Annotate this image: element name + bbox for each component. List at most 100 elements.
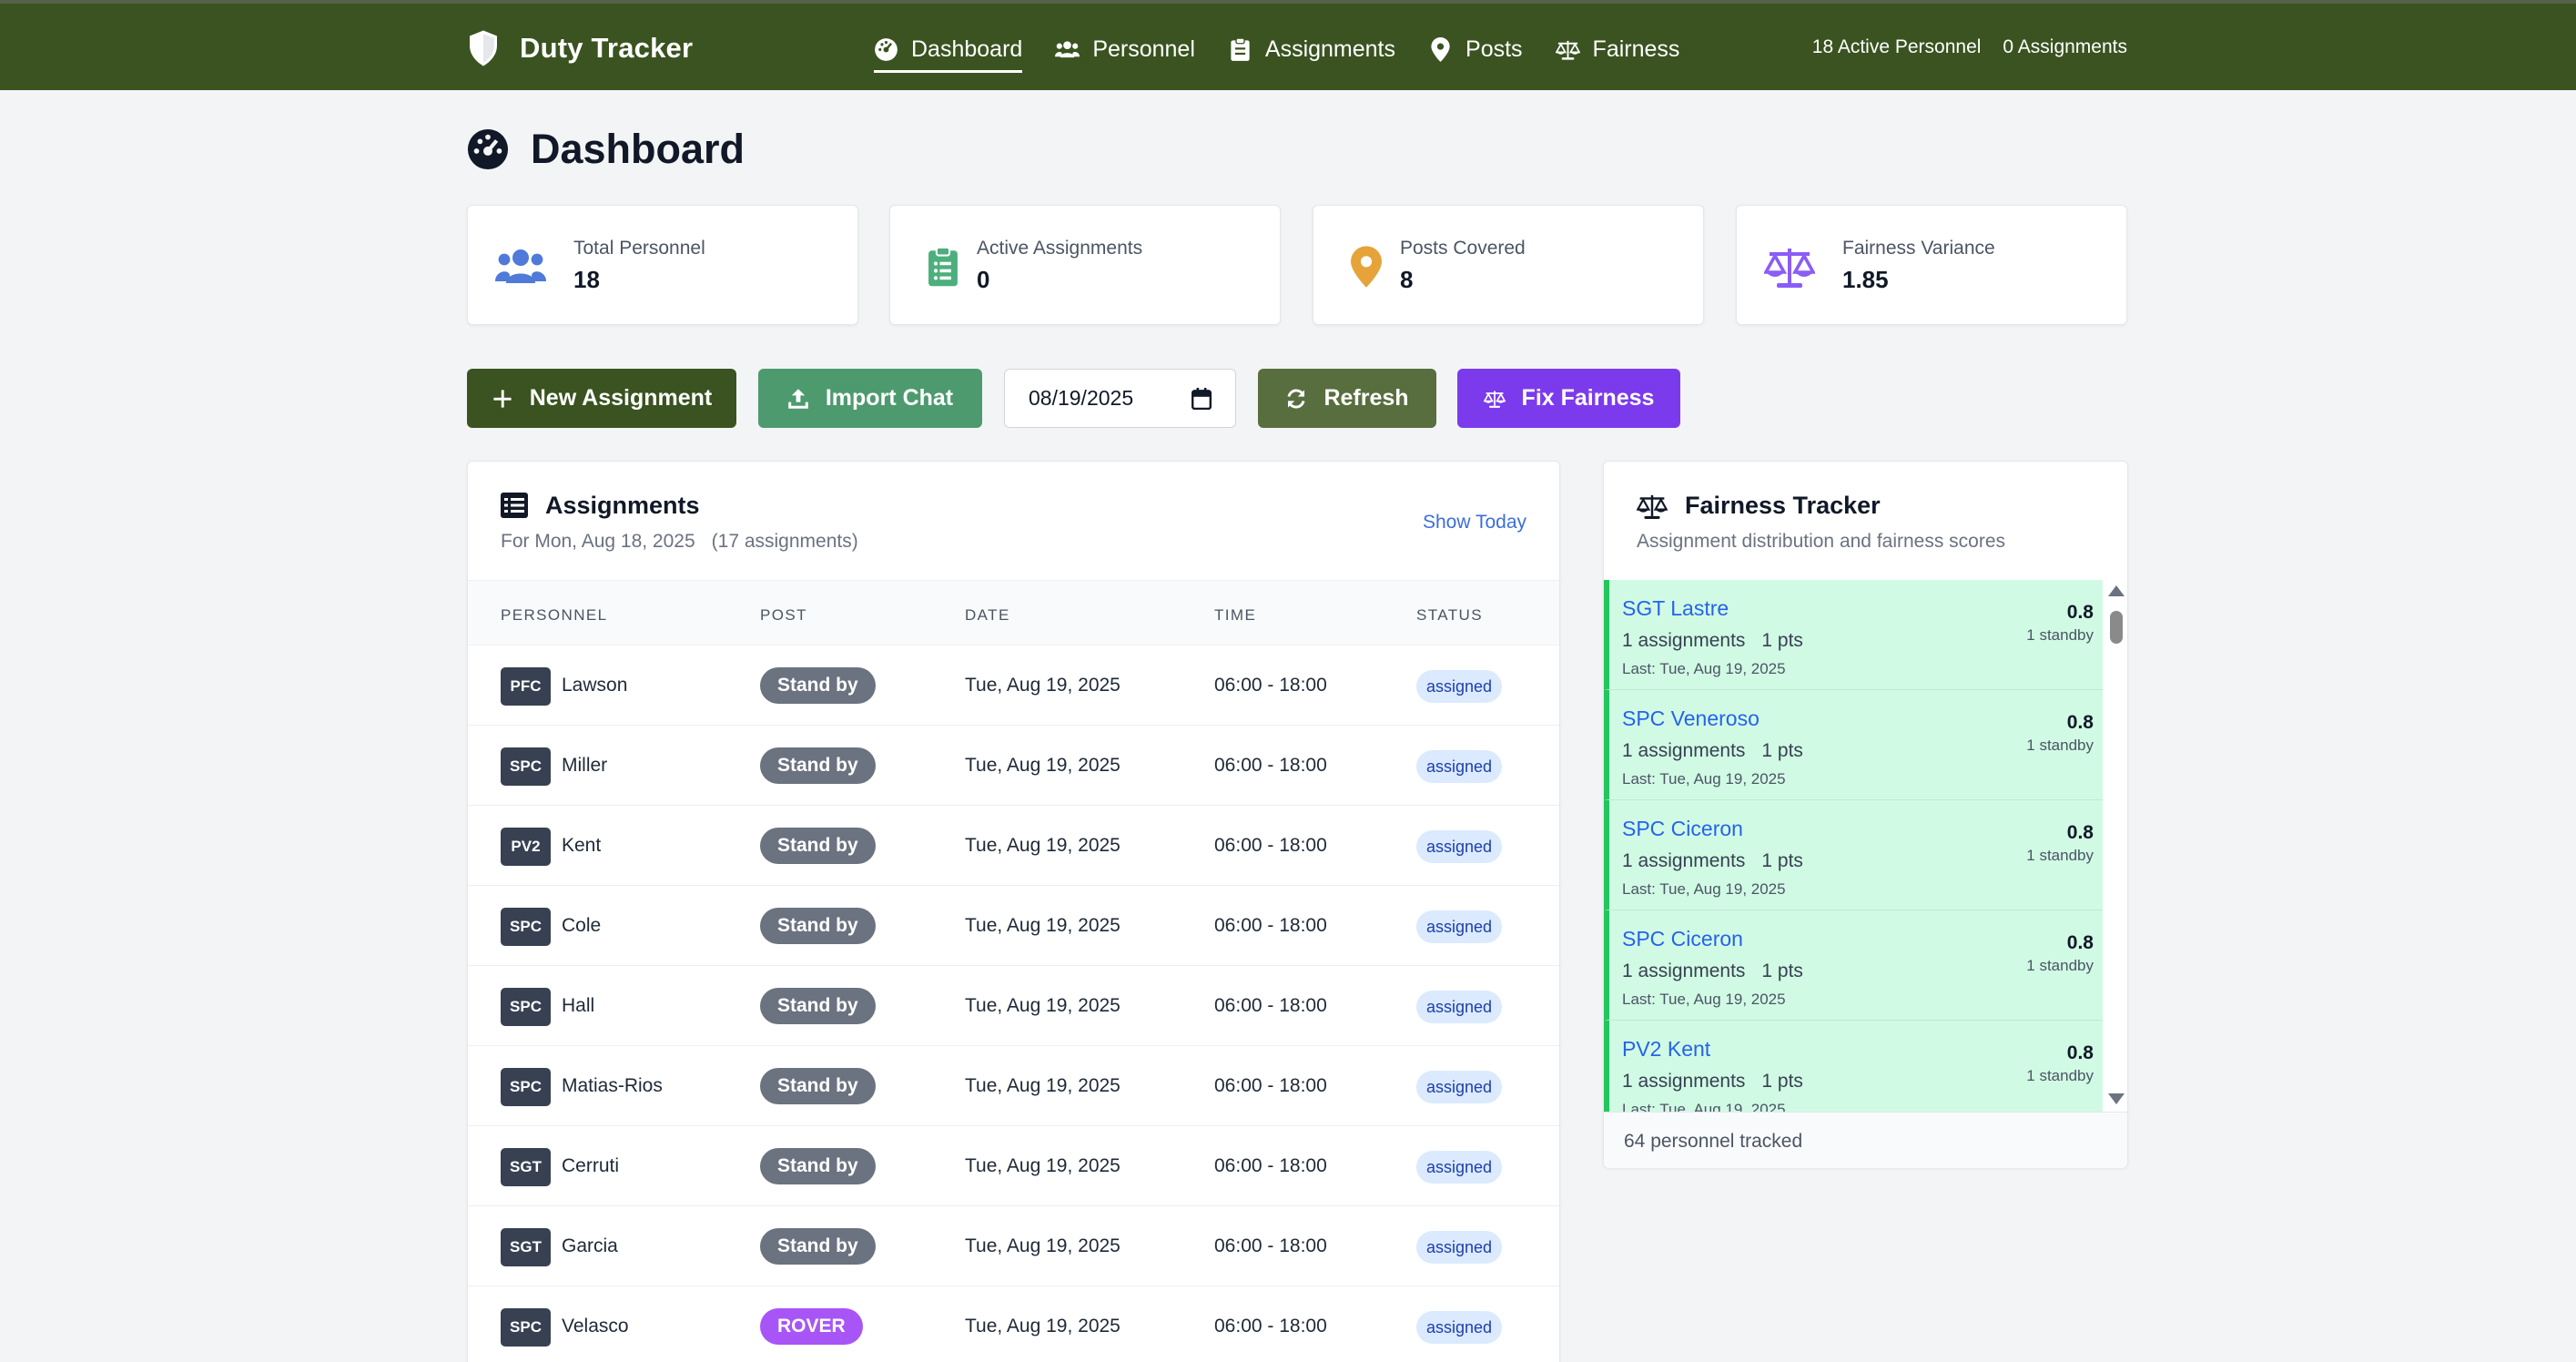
table-row[interactable]: SPC Velasco ROVER Tue, Aug 19, 2025 06:0…: [468, 1286, 1559, 1362]
post-badge: Stand by: [760, 828, 876, 864]
clipboard-list-icon: [918, 242, 969, 291]
status-badge: assigned: [1416, 1231, 1503, 1264]
rank-badge: PFC: [501, 667, 551, 706]
new-assignment-button[interactable]: New Assignment: [467, 369, 736, 428]
fairness-list[interactable]: SGT Lastre 1 assignments 1 pts Last: Tue,…: [1604, 580, 2103, 1112]
personnel-tracked-count: 64 personnel tracked: [1624, 1131, 1803, 1152]
nav-posts[interactable]: Posts: [1428, 31, 1523, 67]
table-row[interactable]: SGT Cerruti Stand by Tue, Aug 19, 2025 0…: [468, 1126, 1559, 1206]
show-today-link[interactable]: Show Today: [1423, 512, 1526, 534]
new-assignment-label: New Assignment: [529, 385, 713, 411]
last-assignment: Last: Tue, Aug 19, 2025: [1622, 991, 1786, 1008]
column-header-date[interactable]: DATE: [965, 606, 1010, 625]
last-assignment: Last: Tue, Aug 19, 2025: [1622, 660, 1786, 677]
last-assignment: Last: Tue, Aug 19, 2025: [1622, 1101, 1786, 1112]
import-chat-button[interactable]: Import Chat: [758, 369, 982, 428]
stat-card-fairness-variance: Fairness Variance 1.85: [1736, 205, 2127, 325]
date-value: 08/19/2025: [1029, 386, 1134, 410]
fairness-meta: 1 assignments 1 pts: [1622, 850, 1803, 872]
scroll-down-arrow-icon[interactable]: [2108, 1093, 2125, 1104]
rank-badge: SGT: [501, 1148, 551, 1186]
clipboard-icon: [1231, 36, 1250, 61]
fix-fairness-label: Fix Fairness: [1521, 385, 1655, 411]
fairness-meta: 1 assignments 1 pts: [1622, 740, 1803, 762]
scale-icon: [1764, 242, 1815, 291]
scale-icon: [1637, 494, 1668, 519]
table-row[interactable]: PV2 Kent Stand by Tue, Aug 19, 2025 06:0…: [468, 806, 1559, 886]
assignment-time: 06:00 - 18:00: [1214, 755, 1327, 776]
column-header-post[interactable]: POST: [760, 606, 807, 625]
column-header-personnel[interactable]: PERSONNEL: [501, 606, 607, 625]
fairness-item[interactable]: PV2 Kent 1 assignments 1 pts Last: Tue, A…: [1604, 1021, 2103, 1112]
personnel-name: Cerruti: [562, 1155, 620, 1176]
fairness-person-name[interactable]: PV2 Kent: [1622, 1037, 1710, 1062]
table-row[interactable]: SGT Garcia Stand by Tue, Aug 19, 2025 06…: [468, 1206, 1559, 1286]
refresh-button[interactable]: Refresh: [1258, 369, 1436, 428]
fix-fairness-button[interactable]: Fix Fairness: [1457, 369, 1680, 428]
nav-personnel-label: Personnel: [1092, 36, 1195, 62]
list-icon: [501, 493, 528, 518]
scale-icon: [1483, 390, 1506, 408]
fairness-person-name[interactable]: SGT Lastre: [1622, 596, 1729, 621]
status-badge: assigned: [1416, 1311, 1503, 1344]
scroll-thumb[interactable]: [2110, 611, 2123, 644]
fairness-item[interactable]: SGT Lastre 1 assignments 1 pts Last: Tue,…: [1604, 580, 2103, 690]
assignment-time: 06:00 - 18:00: [1214, 995, 1327, 1016]
fairness-score: 0.8: [2066, 822, 2094, 843]
nav-fairness[interactable]: Fairness: [1555, 31, 1680, 67]
page-title-text: Dashboard: [531, 126, 745, 172]
brand-name: Duty Tracker: [520, 32, 694, 64]
table-row[interactable]: SPC Hall Stand by Tue, Aug 19, 2025 06:0…: [468, 966, 1559, 1046]
points-total: 1 pts: [1761, 630, 1803, 651]
fairness-item[interactable]: SPC Ciceron 1 assignments 1 pts Last: Tue…: [1604, 800, 2103, 910]
personnel-name: Matias-Rios: [562, 1075, 663, 1096]
fairness-score: 0.8: [2066, 602, 2094, 623]
stat-value: 0: [977, 266, 990, 293]
fairness-item[interactable]: SPC Veneroso 1 assignments 1 pts Last: Tu…: [1604, 690, 2103, 800]
status-badge: assigned: [1416, 670, 1503, 703]
fairness-person-name[interactable]: SPC Ciceron: [1622, 817, 1743, 841]
fairness-title: Fairness Tracker: [1685, 492, 1881, 519]
column-header-status[interactable]: STATUS: [1416, 606, 1483, 625]
map-pin-icon: [1431, 36, 1450, 62]
page-title: Dashboard: [467, 126, 745, 173]
assignment-time: 06:00 - 18:00: [1214, 1075, 1327, 1096]
column-header-time[interactable]: TIME: [1214, 606, 1256, 625]
last-assignment: Last: Tue, Aug 19, 2025: [1622, 770, 1786, 788]
table-row[interactable]: SPC Miller Stand by Tue, Aug 19, 2025 06…: [468, 726, 1559, 806]
stat-label: Fairness Variance: [1842, 238, 1995, 259]
nav-assignments[interactable]: Assignments: [1228, 31, 1395, 67]
brand[interactable]: Duty Tracker: [467, 27, 693, 69]
calendar-icon[interactable]: [1192, 388, 1212, 410]
points-total: 1 pts: [1761, 740, 1803, 761]
fairness-item[interactable]: SPC Ciceron 1 assignments 1 pts Last: Tue…: [1604, 910, 2103, 1021]
shield-icon: [470, 30, 497, 66]
personnel-name: Velasco: [562, 1316, 629, 1337]
nav-fairness-label: Fairness: [1592, 36, 1680, 62]
nav-personnel[interactable]: Personnel: [1055, 31, 1195, 67]
assignment-date: Tue, Aug 19, 2025: [965, 835, 1121, 856]
scroll-up-arrow-icon[interactable]: [2108, 585, 2125, 596]
assignment-total: 1 assignments: [1622, 740, 1746, 761]
nav-dashboard[interactable]: Dashboard: [874, 31, 1023, 73]
assignment-total: 1 assignments: [1622, 961, 1746, 981]
fairness-person-name[interactable]: SPC Ciceron: [1622, 927, 1743, 951]
personnel-name: Lawson: [562, 675, 628, 696]
map-pin-icon: [1341, 242, 1392, 291]
assignment-time: 06:00 - 18:00: [1214, 1316, 1327, 1337]
date-input[interactable]: 08/19/2025: [1004, 369, 1236, 428]
nav-status: 18 Active Personnel 0 Assignments: [1790, 36, 2127, 58]
personnel-name: Hall: [562, 995, 595, 1016]
stat-label: Total Personnel: [573, 238, 705, 259]
status-badge: assigned: [1416, 750, 1503, 783]
status-badge: assigned: [1416, 1071, 1503, 1103]
table-row[interactable]: PFC Lawson Stand by Tue, Aug 19, 2025 06…: [468, 645, 1559, 726]
fairness-person-name[interactable]: SPC Veneroso: [1622, 706, 1760, 731]
fairness-scrollbar[interactable]: [2104, 580, 2126, 1112]
table-row[interactable]: SPC Cole Stand by Tue, Aug 19, 2025 06:0…: [468, 886, 1559, 966]
assignment-date: Tue, Aug 19, 2025: [965, 915, 1121, 936]
fairness-score: 0.8: [2066, 712, 2094, 733]
post-badge: Stand by: [760, 1148, 876, 1184]
table-row[interactable]: SPC Matias-Rios Stand by Tue, Aug 19, 20…: [468, 1046, 1559, 1126]
stat-card-total-personnel: Total Personnel 18: [467, 205, 858, 325]
